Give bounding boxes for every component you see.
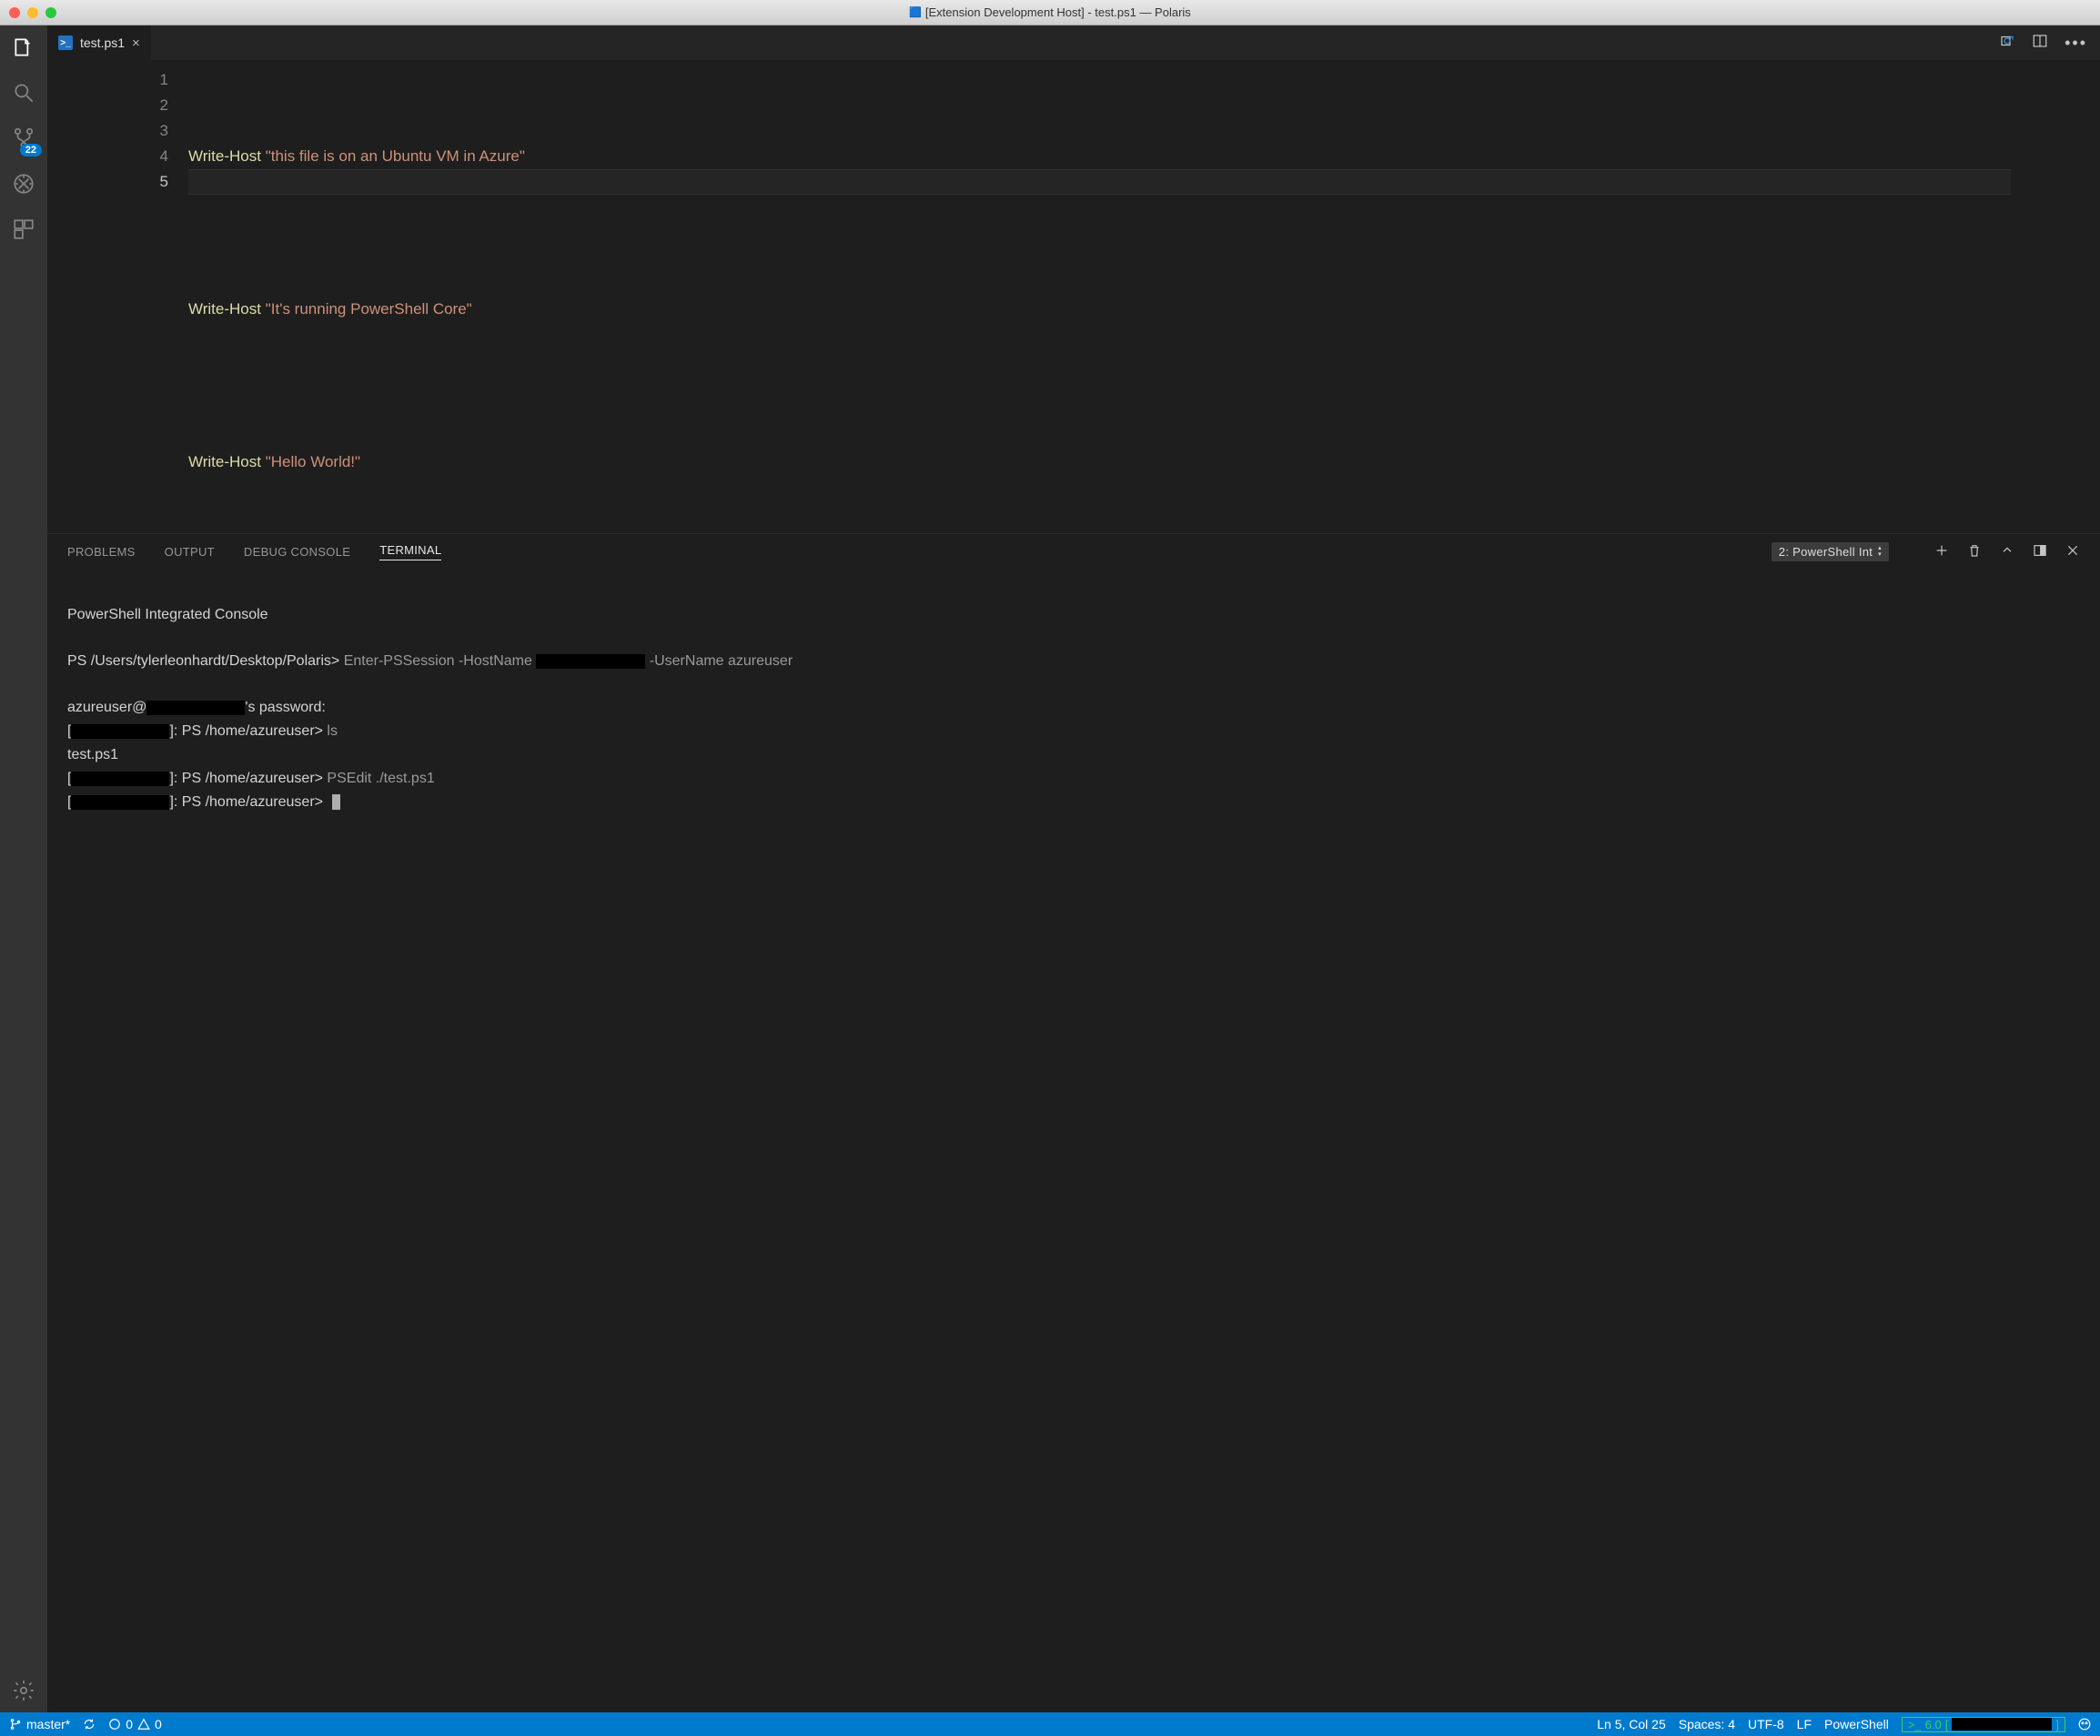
activity-bar: 22 [0, 25, 47, 1712]
redacted-version-detail [1952, 1718, 2052, 1731]
maximize-panel-icon[interactable] [2000, 543, 2014, 560]
redacted-host [71, 724, 169, 739]
settings-gear-icon[interactable] [11, 1678, 36, 1703]
search-icon[interactable] [11, 80, 36, 106]
powershell-file-icon: >_ [58, 35, 73, 50]
language-mode-status[interactable]: PowerShell [1824, 1717, 1889, 1731]
kill-terminal-icon[interactable] [1967, 543, 1982, 560]
vscode-window: 🟦 [Extension Development Host] - test.ps… [0, 0, 2100, 1736]
powershell-version-status[interactable]: >_6.0 [] [1902, 1717, 2065, 1732]
terminal-body[interactable]: PowerShell Integrated Console PS /Users/… [47, 569, 2100, 1712]
git-branch-status[interactable]: master* [9, 1717, 70, 1731]
status-bar: master* 0 0 Ln 5, Col 25 Spaces: 4 UTF-8… [0, 1712, 2100, 1736]
redacted-hostname [536, 654, 645, 669]
more-actions-icon[interactable]: ••• [2065, 34, 2087, 53]
code-editor[interactable]: 1 2 3 4 5 Write-Host "this file is on an… [47, 60, 2100, 533]
scm-badge: 22 [20, 144, 42, 156]
source-control-icon[interactable]: 22 [11, 126, 36, 151]
redacted-host [71, 795, 169, 810]
macos-titlebar: 🟦 [Extension Development Host] - test.ps… [0, 0, 2100, 25]
close-tab-icon[interactable]: × [132, 35, 140, 51]
close-window-button[interactable] [9, 7, 20, 18]
redacted-host [146, 701, 245, 715]
redacted-host [71, 772, 169, 786]
extensions-icon[interactable] [11, 217, 36, 242]
minimap[interactable] [2027, 60, 2100, 533]
zoom-window-button[interactable] [45, 7, 56, 18]
encoding-status[interactable]: UTF-8 [1748, 1717, 1784, 1731]
vscode-icon: 🟦 [909, 6, 922, 18]
problems-status[interactable]: 0 0 [108, 1717, 162, 1731]
sync-status[interactable] [83, 1718, 96, 1731]
traffic-lights [0, 7, 56, 18]
close-panel-icon[interactable] [2065, 543, 2080, 560]
tab-test-ps1[interactable]: >_ test.ps1 × [47, 25, 152, 60]
split-editor-icon[interactable] [2032, 33, 2048, 54]
bottom-panel: PROBLEMS OUTPUT DEBUG CONSOLE TERMINAL 2… [47, 533, 2100, 1712]
terminal-selector[interactable]: 2: PowerShell Int ▴▾ [1772, 542, 1889, 561]
compare-changes-icon[interactable] [1999, 33, 2015, 54]
editor-tabs: >_ test.ps1 × ••• [47, 25, 2100, 60]
terminal-cursor [332, 794, 340, 810]
line-gutter: 1 2 3 4 5 [47, 60, 188, 533]
panel-tab-terminal[interactable]: TERMINAL [379, 543, 441, 560]
explorer-icon[interactable] [11, 35, 36, 60]
panel-tab-output[interactable]: OUTPUT [165, 545, 215, 559]
debug-icon[interactable] [11, 171, 36, 197]
panel-tab-debug-console[interactable]: DEBUG CONSOLE [244, 545, 350, 559]
window-title: [Extension Development Host] - test.ps1 … [925, 5, 1191, 19]
cursor-position-status[interactable]: Ln 5, Col 25 [1597, 1717, 1666, 1731]
minimize-window-button[interactable] [27, 7, 38, 18]
move-panel-icon[interactable] [2033, 543, 2047, 560]
feedback-icon[interactable] [2078, 1718, 2091, 1731]
eol-status[interactable]: LF [1797, 1717, 1812, 1731]
new-terminal-icon[interactable] [1934, 543, 1949, 560]
tab-filename: test.ps1 [80, 35, 125, 50]
indentation-status[interactable]: Spaces: 4 [1679, 1717, 1735, 1731]
panel-tab-problems[interactable]: PROBLEMS [67, 545, 136, 559]
